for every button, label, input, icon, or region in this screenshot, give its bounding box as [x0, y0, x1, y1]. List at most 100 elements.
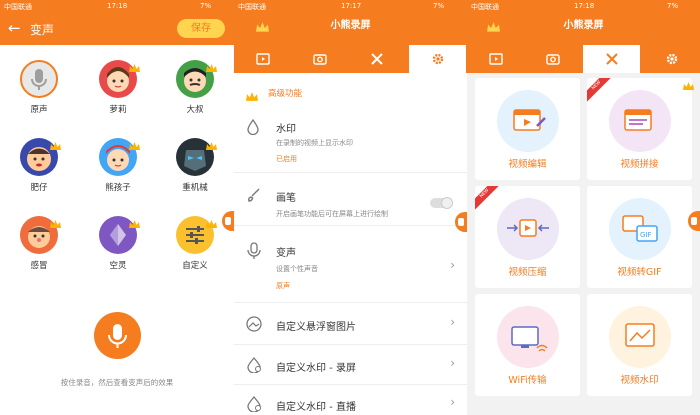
status-bar: 中国联通 17:18 7% — [0, 0, 234, 12]
tool-video-edit[interactable]: 视频编辑 — [475, 78, 580, 180]
tool-label: 视频转GIF — [617, 267, 662, 278]
tool-video-to-gif[interactable]: GIF 视频转GIF — [587, 186, 692, 288]
row-subtitle: 开启画笔功能后可在屏幕上进行绘制 — [276, 210, 388, 218]
back-arrow-icon[interactable]: ← — [8, 19, 21, 37]
video-icon — [255, 53, 270, 65]
crown-icon — [206, 58, 217, 77]
top-bar: 小熊录屏 — [234, 12, 467, 45]
tool-video-compress[interactable]: NEW 视频压缩 — [475, 186, 580, 288]
brush-icon — [248, 188, 260, 202]
camera-icon — [312, 54, 327, 65]
video-merge-icon — [608, 90, 671, 152]
svg-text:GIF: GIF — [640, 231, 652, 239]
top-bar: 小熊录屏 — [467, 12, 700, 45]
camera-icon — [545, 54, 560, 65]
crown-icon — [206, 214, 217, 233]
tool-label: WiFi传输 — [508, 375, 547, 386]
status-bar: 中国联通 17:17 7% — [234, 0, 467, 12]
voice-changer-screen: 中国联通 17:18 7% ← 变声 保存 原声 萝莉 大叔 肥仔 熊孩子 重机… — [0, 0, 234, 415]
chevron-right-icon: › — [450, 315, 455, 329]
section-title: 高级功能 — [268, 89, 303, 99]
record-hint: 按住录音，然后查看变声后的效果 — [60, 378, 174, 387]
microphone-icon — [108, 324, 127, 348]
voice-label: 熊孩子 — [105, 183, 131, 193]
video-icon — [488, 53, 503, 65]
voice-option-original[interactable]: 原声 — [9, 60, 69, 115]
voice-option-custom[interactable]: 自定义 — [165, 216, 225, 271]
voice-label: 感冒 — [30, 261, 48, 271]
voice-option-loli[interactable]: 萝莉 — [88, 60, 148, 115]
carrier-text: 中国联通 — [4, 3, 32, 11]
voice-label: 原声 — [30, 105, 48, 115]
battery-text: 7% — [433, 2, 445, 10]
tab-videos[interactable] — [234, 45, 291, 73]
new-badge: NEW — [475, 186, 499, 210]
tab-videos[interactable] — [467, 45, 524, 73]
tool-video-watermark[interactable]: 视频水印 — [587, 294, 692, 396]
voice-option-chubby[interactable]: 肥仔 — [9, 138, 69, 193]
voice-change-row[interactable]: 变声 设置个性声音 原声 › — [234, 226, 467, 303]
new-badge: NEW — [587, 78, 611, 102]
video-edit-icon — [496, 90, 559, 152]
float-image-row[interactable]: 自定义悬浮窗图片 › — [234, 303, 467, 345]
row-title: 画笔 — [276, 193, 296, 204]
crown-icon — [50, 136, 61, 155]
save-button[interactable]: 保存 — [177, 19, 225, 38]
row-subtitle: 在录制的视频上显示水印 — [276, 139, 353, 147]
watermark-live-row[interactable]: 自定义水印 - 直播 › — [234, 385, 467, 415]
time-text: 17:17 — [341, 2, 362, 10]
chevron-right-icon: › — [450, 356, 455, 370]
tab-bar — [234, 45, 467, 73]
video-watermark-icon — [608, 306, 671, 368]
tool-wifi-transfer[interactable]: WiFi传输 — [475, 294, 580, 396]
settings-screen: 中国联通 17:17 7% 小熊录屏 高级功能 水印 在录制的视频上显示水印 已… — [234, 0, 467, 415]
tool-label: 视频压缩 — [508, 267, 547, 278]
time-text: 17:18 — [107, 2, 128, 10]
crown-icon — [206, 136, 217, 155]
crown-icon — [129, 58, 140, 77]
voice-label: 大叔 — [186, 105, 204, 115]
tab-tools[interactable] — [583, 45, 640, 73]
image-icon — [246, 316, 262, 332]
tab-tools[interactable] — [348, 45, 405, 73]
tools-icon — [605, 53, 618, 65]
tab-settings[interactable] — [643, 45, 700, 73]
battery-text: 7% — [667, 2, 679, 10]
watermark-row[interactable]: 水印 在录制的视频上显示水印 已启用 — [234, 108, 467, 173]
tool-video-merge[interactable]: NEW 视频拼接 — [587, 76, 694, 180]
voice-option-kid[interactable]: 熊孩子 — [88, 138, 148, 193]
carrier-text: 中国联通 — [471, 3, 499, 11]
voice-option-robot[interactable]: 重机械 — [165, 138, 225, 193]
brush-toggle[interactable] — [430, 197, 453, 209]
row-status: 原声 — [276, 282, 290, 290]
voice-option-uncle[interactable]: 大叔 — [165, 60, 225, 115]
voice-option-ethereal[interactable]: 空灵 — [88, 216, 148, 271]
video-compress-icon — [496, 198, 559, 260]
row-title: 自定义水印 - 直播 — [276, 402, 356, 413]
droplet-icon — [247, 396, 261, 412]
tab-screenshots[interactable] — [524, 45, 581, 73]
crown-icon — [129, 214, 140, 233]
row-status: 已启用 — [276, 155, 297, 163]
watermark-record-row[interactable]: 自定义水印 - 录屏 › — [234, 345, 467, 385]
hold-to-record-button[interactable] — [94, 312, 141, 359]
droplet-icon — [247, 119, 259, 135]
crown-icon — [683, 76, 694, 95]
chevron-right-icon: › — [450, 395, 455, 409]
droplet-icon — [247, 357, 261, 373]
crown-icon — [129, 136, 140, 155]
row-title: 水印 — [276, 124, 296, 135]
voice-label: 肥仔 — [30, 183, 48, 193]
wifi-transfer-icon — [496, 306, 559, 368]
tool-label: 视频拼接 — [620, 159, 659, 170]
carrier-text: 中国联通 — [238, 3, 266, 11]
tab-settings[interactable] — [409, 45, 466, 73]
row-title: 变声 — [276, 248, 296, 259]
tool-label: 视频编辑 — [508, 159, 547, 170]
tab-bar — [467, 45, 700, 73]
tools-screen: 中国联通 17:18 7% 小熊录屏 视频编辑 NEW 视频拼接 NEW 视频压… — [467, 0, 700, 415]
tab-screenshots[interactable] — [291, 45, 348, 73]
tool-label: 视频水印 — [620, 375, 659, 386]
row-title: 自定义悬浮窗图片 — [276, 322, 356, 333]
voice-option-cold[interactable]: 感冒 — [9, 216, 69, 271]
